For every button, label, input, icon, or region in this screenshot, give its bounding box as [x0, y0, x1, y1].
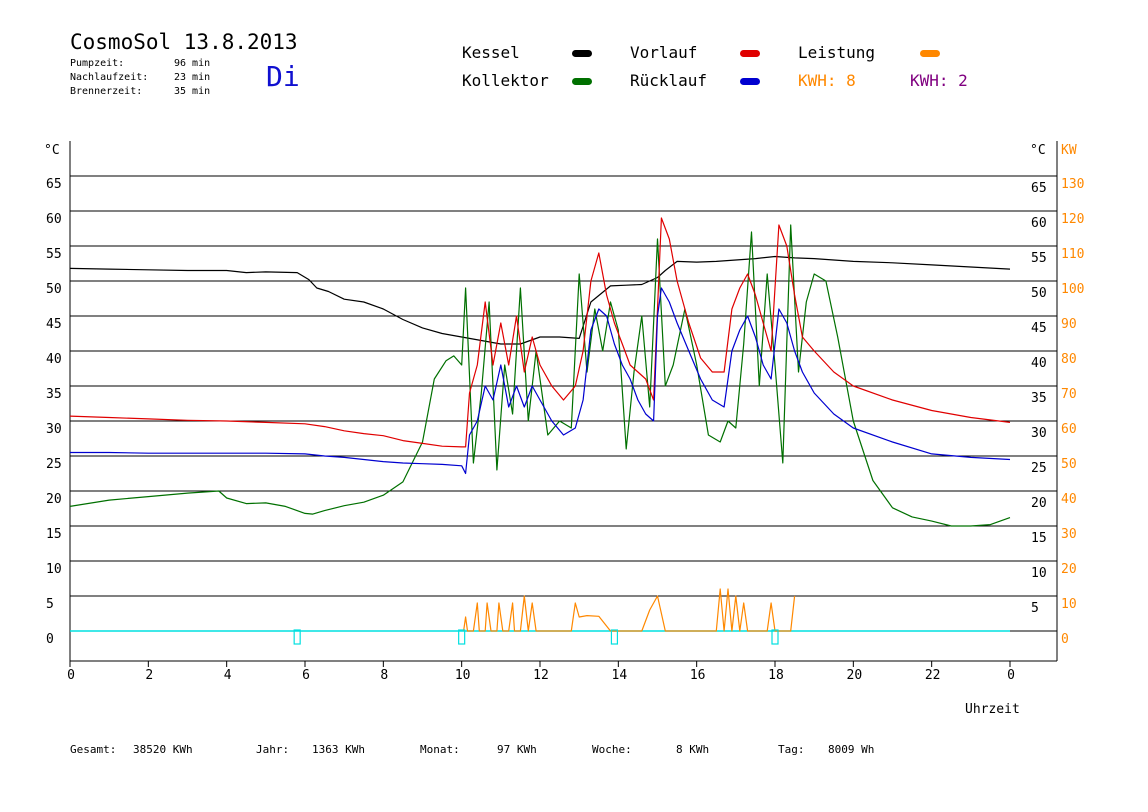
y-tick-kw: 60: [1061, 422, 1077, 437]
footer-monat-label: Monat:: [420, 743, 460, 756]
footer-woche-label: Woche:: [592, 743, 632, 756]
y-tick-left: 35: [46, 387, 62, 402]
grid-lines: [70, 175, 1057, 632]
y-tick-right: 40: [1031, 356, 1047, 371]
pump-marker: [771, 629, 779, 645]
y-tick-left: 60: [46, 212, 62, 227]
series-line-leistung: [463, 588, 796, 632]
y-tick-left: 45: [46, 317, 62, 332]
y-tick-left: 30: [46, 422, 62, 437]
tick-labels: 0510152025303540455055606551015202530354…: [46, 177, 1084, 683]
x-tick-label: 20: [847, 668, 863, 683]
y-tick-left: 5: [46, 597, 54, 612]
y-tick-kw: 50: [1061, 457, 1077, 472]
y-tick-kw: 90: [1061, 317, 1077, 332]
x-tick-label: 10: [455, 668, 471, 683]
y-tick-kw: 20: [1061, 562, 1077, 577]
x-tick-label: 6: [302, 668, 310, 683]
y-tick-kw: 10: [1061, 597, 1077, 612]
y-tick-left: 65: [46, 177, 62, 192]
pump-markers: [293, 629, 779, 645]
series-line-kessel: [69, 255, 1011, 345]
temperature-chart: 0510152025303540455055606551015202530354…: [46, 141, 1084, 683]
y-tick-kw: 0: [1061, 632, 1069, 647]
x-tick-label: 4: [224, 668, 232, 683]
footer-jahr-label: Jahr:: [256, 743, 290, 756]
x-tick-label: 12: [533, 668, 549, 683]
y-tick-right: 60: [1031, 216, 1047, 231]
footer-woche-value: 8 KWh: [676, 743, 710, 756]
x-axis-label: Uhrzeit: [965, 702, 1020, 717]
y-tick-left: 50: [46, 282, 62, 297]
y-tick-right: 25: [1031, 461, 1047, 476]
pump-marker: [610, 629, 619, 645]
y-tick-right: 30: [1031, 426, 1047, 441]
y-tick-right: 10: [1031, 566, 1047, 581]
y-tick-right: 15: [1031, 531, 1047, 546]
y-tick-left: 20: [46, 492, 62, 507]
pump-marker: [293, 629, 301, 645]
y-tick-left: 10: [46, 562, 62, 577]
y-tick-kw: 120: [1061, 212, 1084, 227]
y-tick-left: 0: [46, 632, 54, 647]
y-tick-right: 35: [1031, 391, 1047, 406]
y-tick-kw: 30: [1061, 527, 1077, 542]
x-tick-label: 16: [690, 668, 706, 683]
y-tick-right: 65: [1031, 181, 1047, 196]
y-tick-left: 40: [46, 352, 62, 367]
footer-tag-label: Tag:: [778, 743, 805, 756]
footer-jahr-value: 1363 KWh: [312, 743, 365, 756]
y-tick-right: 45: [1031, 321, 1047, 336]
y-tick-kw: 80: [1061, 352, 1077, 367]
footer-monat-value: 97 KWh: [497, 743, 537, 756]
y-tick-left: 15: [46, 527, 62, 542]
x-tick-label: 0: [67, 668, 75, 683]
y-tick-kw: 110: [1061, 247, 1084, 262]
y-tick-kw: 40: [1061, 492, 1077, 507]
y-tick-right: 55: [1031, 251, 1047, 266]
y-axis-unit-right: °C: [1030, 143, 1046, 158]
y-tick-right: 5: [1031, 601, 1039, 616]
x-tick-label: 8: [380, 668, 388, 683]
y-axis-unit-kw: KW: [1061, 143, 1077, 158]
y-tick-kw: 100: [1061, 282, 1084, 297]
x-tick-label: 22: [925, 668, 941, 683]
y-tick-kw: 130: [1061, 177, 1084, 192]
y-tick-right: 20: [1031, 496, 1047, 511]
x-tick-label: 18: [768, 668, 784, 683]
footer-tag-value: 8009 Wh: [828, 743, 875, 756]
y-tick-kw: 70: [1061, 387, 1077, 402]
x-tick-label: 0: [1007, 668, 1015, 683]
pump-marker: [458, 629, 466, 645]
y-axis-unit-left: °C: [44, 143, 60, 158]
y-tick-left: 55: [46, 247, 62, 262]
y-tick-right: 50: [1031, 286, 1047, 301]
x-tick-label: 2: [145, 668, 153, 683]
series-line-vorlauf: [69, 217, 1011, 448]
x-tick-label: 14: [612, 668, 628, 683]
footer-gesamt-value: 38520 KWh: [133, 743, 193, 756]
y-tick-left: 25: [46, 457, 62, 472]
footer-gesamt-label: Gesamt:: [70, 743, 117, 756]
series-lines: [69, 217, 1011, 632]
